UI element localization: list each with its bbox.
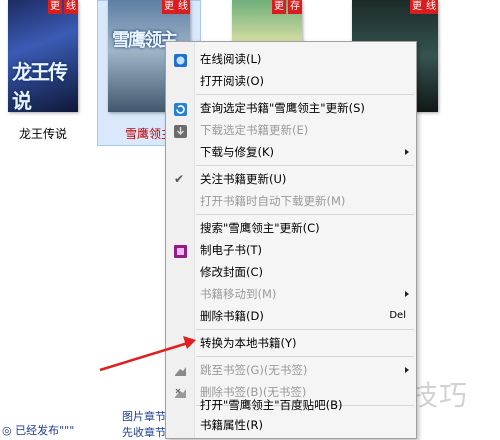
menu-item-download-repair[interactable]: 下载与修复(K) <box>166 141 416 163</box>
menu-item-label: 打开阅读(O) <box>200 74 265 88</box>
online-badge: 线 <box>176 0 190 14</box>
menu-item-label: 打开书籍时自动下载更新(M) <box>200 194 346 208</box>
menu-item-open-tieba[interactable]: 打开"雪鹰领主"百度贴吧(B) <box>166 394 416 416</box>
menu-item-label: 搜索"雪鹰领主"更新(C) <box>200 221 320 235</box>
menu-item-make-ebook[interactable]: 制电子书(T) <box>166 239 416 261</box>
menu-item-jump-bookmark[interactable]: 跳至书签(G)(无书签) <box>166 359 416 381</box>
update-badge: 更 <box>162 0 176 14</box>
menu-separator <box>196 94 414 95</box>
ebook-icon <box>174 243 187 258</box>
menu-item-delete-book[interactable]: 删除书籍(D) Del <box>166 305 416 327</box>
menu-item-label: 制电子书(T) <box>200 243 262 257</box>
submenu-arrow-icon <box>405 291 409 297</box>
online-badge: 线 <box>64 0 78 14</box>
submenu-arrow-icon <box>405 149 409 155</box>
chapter-link[interactable]: 先收章节 <box>122 424 166 440</box>
menu-item-download-update[interactable]: 下载选定书籍更新(E) <box>166 119 416 141</box>
menu-item-search-update[interactable]: 搜索"雪鹰领主"更新(C) <box>166 217 416 239</box>
cover-title-text: 龙王传说 <box>12 60 68 112</box>
book-cover[interactable]: 龙王传说 更 线 <box>8 0 78 112</box>
menu-item-label: 关注书籍更新(U) <box>200 172 287 186</box>
menu-item-label: 跳至书签(G)(无书签) <box>200 363 308 377</box>
update-badge: 更 <box>48 0 62 14</box>
refresh-icon <box>174 101 187 116</box>
menu-item-label: 在线阅读(L) <box>200 52 262 66</box>
globe-icon <box>174 52 187 67</box>
chapter-link[interactable]: 图片章节 <box>122 408 166 424</box>
book-title[interactable]: 龙王传说 <box>0 125 88 142</box>
checkmark-icon: ✔ <box>174 172 185 186</box>
menu-item-label: 修改封面(C) <box>200 265 264 279</box>
menu-item-book-properties[interactable]: 书籍属性(R) <box>166 414 416 436</box>
menu-separator <box>196 356 414 357</box>
menu-item-label: 查询选定书籍"雪鹰领主"更新(S) <box>200 101 365 115</box>
menu-item-auto-download[interactable]: 打开书籍时自动下载更新(M) <box>166 190 416 212</box>
online-badge: 线 <box>424 0 438 14</box>
menu-item-label: 书籍属性(R) <box>200 418 263 432</box>
menu-item-edit-cover[interactable]: 修改封面(C) <box>166 261 416 283</box>
menu-item-convert-local[interactable]: 转换为本地书籍(Y) <box>166 332 416 354</box>
menu-item-open-read[interactable]: 打开阅读(O) <box>166 70 416 92</box>
update-badge: 更 <box>410 0 424 14</box>
menu-item-check-update[interactable]: 查询选定书籍"雪鹰领主"更新(S) <box>166 97 416 119</box>
menu-item-label: 转换为本地书籍(Y) <box>200 336 297 350</box>
menu-item-label: 下载与修复(K) <box>200 145 275 159</box>
menu-item-label: 下载选定书籍更新(E) <box>200 123 309 137</box>
menu-separator <box>196 214 414 215</box>
menu-separator <box>196 165 414 166</box>
download-icon <box>174 123 187 138</box>
menu-item-move-book[interactable]: 书籍移动到(M) <box>166 283 416 305</box>
update-badge: 更 <box>272 0 286 14</box>
shortcut-text: Del <box>389 310 406 321</box>
menu-item-online-read[interactable]: 在线阅读(L) <box>166 48 416 70</box>
stored-badge: 存 <box>288 0 302 14</box>
menu-item-follow-update[interactable]: ✔ 关注书籍更新(U) <box>166 168 416 190</box>
menu-item-label: 打开"雪鹰领主"百度贴吧(B) <box>200 398 343 412</box>
menu-item-label: 书籍移动到(M) <box>200 287 277 301</box>
context-menu: 在线阅读(L) 打开阅读(O) 查询选定书籍"雪鹰领主"更新(S) 下载选定书籍… <box>165 41 417 439</box>
submenu-arrow-icon <box>405 367 409 373</box>
menu-separator <box>196 329 414 330</box>
menu-item-label: 删除书籍(D) <box>200 309 264 323</box>
bookmark-jump-icon <box>174 363 187 376</box>
